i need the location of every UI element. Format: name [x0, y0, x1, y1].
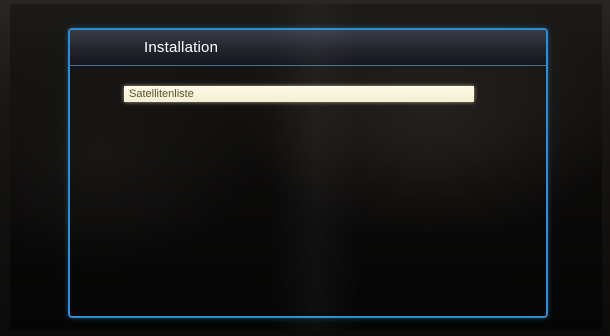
tv-photo: Installation Satellitenliste: [0, 0, 610, 336]
menu-item-label: Satellitenliste: [129, 88, 194, 100]
installation-menu-panel: Installation Satellitenliste: [68, 28, 548, 318]
menu-header: Installation: [70, 30, 546, 66]
tv-screen: Installation Satellitenliste: [10, 4, 602, 330]
menu-title: Installation: [144, 39, 219, 56]
menu-item-satellite-list[interactable]: Satellitenliste: [124, 86, 474, 102]
